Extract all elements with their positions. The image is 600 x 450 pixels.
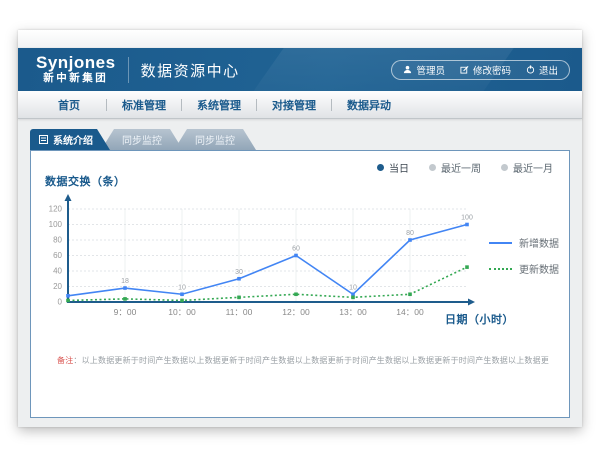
main-nav: 首页 标准管理 系统管理 对接管理 数据异动 — [18, 91, 582, 119]
logout-label: 退出 — [539, 63, 558, 77]
svg-text:10: 10 — [178, 284, 186, 291]
y-axis-title: 数据交换（条） — [45, 173, 126, 189]
footnote-text: ：以上数据更新于时间产生数据以上数据更新于时间产生数据以上数据更新于时间产生数据… — [73, 356, 549, 365]
radio-today[interactable]: 当日 — [377, 160, 409, 175]
footnote: 备注：以上数据更新于时间产生数据以上数据更新于时间产生数据以上数据更新于时间产生… — [57, 355, 549, 366]
power-icon — [526, 65, 535, 74]
svg-text:30: 30 — [235, 269, 243, 276]
tab-label: 同步监控 — [122, 132, 162, 147]
nav-item-home[interactable]: 首页 — [32, 97, 106, 113]
line-chart: 0 20 40 60 80 100 120 9：00 10：00 11：00 12：00 13：00 1… — [43, 189, 483, 341]
brand-logo-text: Synjones — [36, 54, 116, 73]
radio-label: 最近一周 — [441, 160, 481, 175]
app-header: Synjones 新中新集团 数据资源中心 管理员 修改密码 退出 — [18, 48, 582, 91]
tab-sync-monitor-2[interactable]: 同步监控 — [174, 129, 256, 150]
svg-text:0: 0 — [58, 298, 63, 307]
tab-system-intro[interactable]: 系统介绍 — [30, 129, 110, 150]
svg-text:120: 120 — [49, 205, 63, 214]
change-password-button[interactable]: 修改密码 — [460, 63, 511, 77]
svg-text:10：00: 10：00 — [168, 307, 196, 317]
logout-button[interactable]: 退出 — [526, 63, 558, 77]
svg-text:10: 10 — [349, 284, 357, 291]
svg-text:60: 60 — [53, 251, 62, 260]
window-top-strip — [18, 30, 582, 48]
legend-item-new-data: 新增数据 — [489, 235, 559, 250]
user-icon — [403, 65, 412, 74]
svg-text:14：00: 14：00 — [396, 307, 424, 317]
radio-label: 当日 — [389, 160, 409, 175]
svg-text:13：00: 13：00 — [339, 307, 367, 317]
svg-text:60: 60 — [292, 246, 300, 253]
svg-text:9：00: 9：00 — [114, 307, 137, 317]
nav-item-standard-mgmt[interactable]: 标准管理 — [107, 97, 181, 113]
radio-last-month[interactable]: 最近一月 — [501, 160, 553, 175]
nav-item-system-mgmt[interactable]: 系统管理 — [182, 97, 256, 113]
svg-text:18: 18 — [121, 278, 129, 285]
x-axis-title: 日期（小时） — [445, 311, 514, 327]
radio-dot-icon — [377, 164, 384, 171]
user-toolbar: 管理员 修改密码 退出 — [391, 60, 570, 80]
radio-dot-icon — [501, 164, 508, 171]
brand-logo: Synjones 新中新集团 — [36, 54, 116, 84]
page-title: 数据资源中心 — [141, 58, 240, 81]
legend-label: 更新数据 — [519, 261, 559, 276]
legend-item-updated-data: 更新数据 — [489, 261, 559, 276]
change-password-label: 修改密码 — [473, 63, 511, 77]
document-icon — [39, 135, 48, 144]
content-area: 系统介绍 同步监控 同步监控 当日 最近一周 — [18, 119, 582, 418]
radio-dot-icon — [429, 164, 436, 171]
current-user-label: 管理员 — [416, 63, 445, 77]
radio-last-week[interactable]: 最近一周 — [429, 160, 481, 175]
nav-item-data-change[interactable]: 数据异动 — [332, 97, 406, 113]
tab-bar: 系统介绍 同步监控 同步监控 — [30, 129, 582, 150]
svg-text:12：00: 12：00 — [282, 307, 310, 317]
chart-legend: 新增数据 更新数据 — [489, 235, 559, 287]
svg-text:80: 80 — [53, 236, 62, 245]
footnote-prefix: 备注 — [57, 356, 73, 365]
app-window: Synjones 新中新集团 数据资源中心 管理员 修改密码 退出 首页 标准管… — [18, 30, 582, 427]
edit-icon — [460, 65, 469, 74]
current-user-button[interactable]: 管理员 — [403, 63, 445, 77]
legend-line-swatch — [489, 242, 512, 244]
tab-label: 系统介绍 — [53, 132, 93, 147]
svg-text:11：00: 11：00 — [226, 307, 253, 317]
nav-item-docking-mgmt[interactable]: 对接管理 — [257, 97, 331, 113]
tab-label: 同步监控 — [195, 132, 235, 147]
chart-panel: 当日 最近一周 最近一月 数据交换（条） 0 20 40 60 80 100 120 9：00… — [30, 150, 570, 418]
svg-text:100: 100 — [461, 215, 473, 222]
header-divider — [128, 57, 129, 83]
radio-label: 最近一月 — [513, 160, 553, 175]
legend-label: 新增数据 — [519, 235, 559, 250]
svg-text:40: 40 — [53, 267, 62, 276]
svg-text:100: 100 — [49, 220, 63, 229]
svg-text:20: 20 — [53, 282, 62, 291]
tab-sync-monitor-1[interactable]: 同步监控 — [101, 129, 183, 150]
svg-text:80: 80 — [406, 230, 414, 237]
time-range-filter: 当日 最近一周 最近一月 — [377, 160, 553, 175]
brand-logo-subtext: 新中新集团 — [36, 73, 116, 85]
legend-line-swatch — [489, 268, 512, 270]
